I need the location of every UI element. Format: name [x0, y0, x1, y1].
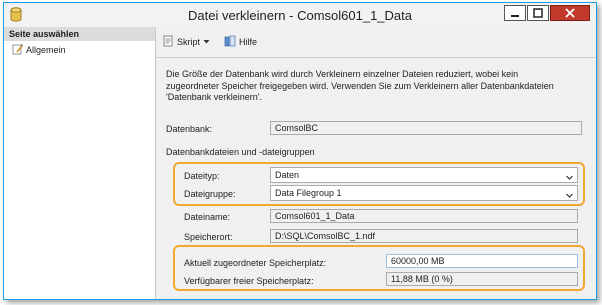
file-type-label: Dateityp: [184, 171, 220, 181]
file-group-value: Data Filegroup 1 [275, 188, 342, 198]
minimize-button[interactable] [504, 5, 526, 21]
database-field: ComsolBC [270, 121, 582, 135]
help-button[interactable]: Hilfe [224, 35, 257, 49]
toolbar: Skript Hilfe [156, 27, 596, 58]
maximize-button[interactable] [527, 5, 549, 21]
file-name-field: Comsol601_1_Data [270, 209, 578, 223]
sidebar-item-allgemein[interactable]: Allgemein [12, 43, 66, 57]
dialog-window: Datei verkleinern - Comsol601_1_Data Sei… [3, 2, 597, 300]
file-name-label: Dateiname: [184, 212, 231, 222]
file-group-label: Dateigruppe: [184, 189, 236, 199]
chevron-down-icon [203, 37, 210, 47]
allocated-field: 60000,00 MB [386, 254, 578, 268]
script-button[interactable]: Skript [162, 35, 210, 49]
file-group-select[interactable]: Data Filegroup 1 [270, 185, 578, 201]
title-bar: Datei verkleinern - Comsol601_1_Data [4, 3, 596, 27]
script-icon [162, 35, 174, 49]
database-label: Datenbank: [166, 124, 213, 134]
allocated-label: Aktuell zugeordneter Speicherplatz: [184, 258, 327, 268]
location-label: Speicherort: [184, 232, 233, 242]
page-icon [12, 43, 23, 57]
free-space-field: 11,88 MB (0 %) [386, 272, 578, 286]
sidebar-header: Seite auswählen [4, 27, 155, 41]
main-content: Skript Hilfe Die Größe der Datenbank wir… [156, 27, 596, 299]
description-text: Die Größe der Datenbank wird durch Verkl… [166, 69, 554, 102]
file-type-select[interactable]: Daten [270, 167, 578, 183]
location-field: D:\SQL\ComsolBC_1.ndf [270, 229, 578, 243]
sidebar: Seite auswählen Allgemein [4, 27, 156, 299]
close-button[interactable] [550, 5, 590, 21]
files-section-label: Datenbankdateien und -dateigruppen [166, 147, 315, 157]
chevron-down-icon [566, 171, 573, 180]
sidebar-item-label: Allgemein [26, 45, 66, 55]
help-label: Hilfe [239, 37, 258, 47]
free-space-label: Verfügbarer freier Speicherplatz: [184, 276, 314, 286]
file-type-value: Daten [275, 170, 300, 180]
chevron-down-icon [566, 189, 573, 198]
script-label: Skript [177, 37, 201, 47]
help-icon [224, 35, 236, 49]
